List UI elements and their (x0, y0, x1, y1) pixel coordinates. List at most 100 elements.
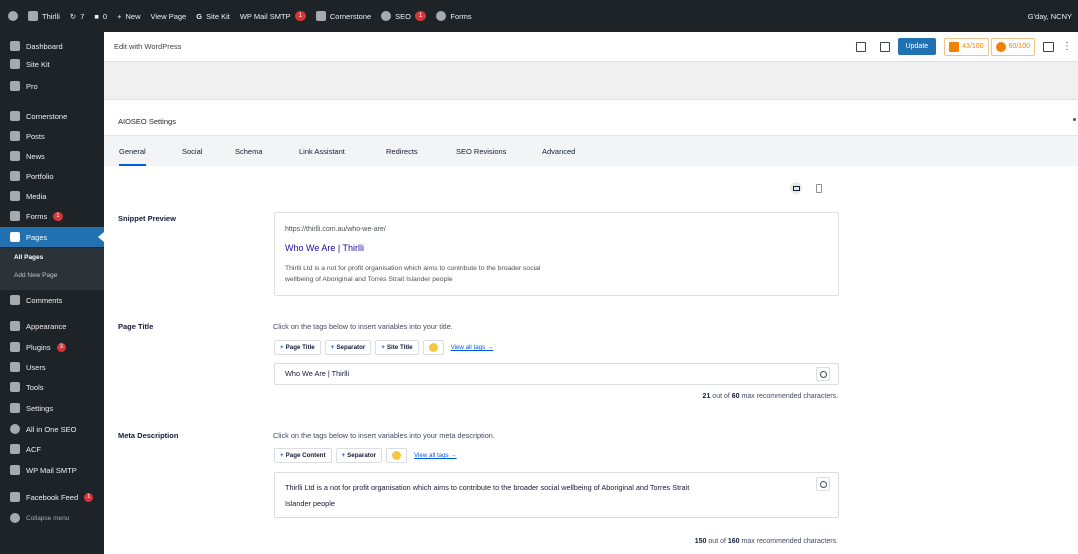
tag-page-title-button[interactable]: + Page Title (274, 340, 321, 355)
preview-device-switch (790, 182, 822, 194)
pages-icon (10, 232, 20, 242)
home-icon (28, 11, 38, 21)
tab-schema[interactable]: Schema (235, 136, 263, 166)
sidebar-item-media[interactable]: Media (0, 186, 104, 206)
view-page-link[interactable]: View Page (151, 12, 187, 21)
page-title-label: Page Title (118, 322, 154, 331)
sidebar-item-news[interactable]: News (0, 146, 104, 166)
sidebar-toggle-icon[interactable] (1043, 41, 1054, 52)
smiley-icon (819, 480, 827, 488)
tab-social[interactable]: Social (182, 136, 202, 166)
truseo-score-button[interactable]: 60/100 (990, 37, 1035, 56)
tag-site-title-button[interactable]: + Site Title (375, 340, 419, 355)
meta-description-input[interactable]: Thirlli Ltd is a not for profit organisa… (274, 472, 839, 518)
sidebar-item-facebook-feed[interactable]: Facebook Feed 1 (0, 487, 104, 507)
sidebar-item-plugins[interactable]: Plugins 3 (0, 337, 104, 357)
editor-title: Edit with WordPress (114, 42, 182, 51)
meta-description-label: Meta Description (118, 431, 179, 440)
smtp-badge: 1 (294, 11, 306, 21)
cornerstone-icon (315, 11, 326, 21)
comments-link[interactable]: ■ 0 (94, 12, 107, 21)
sidebar-item-posts[interactable]: Posts (0, 126, 104, 146)
tab-general[interactable]: General (119, 136, 146, 166)
sidebar-item-tools[interactable]: Tools (0, 377, 104, 397)
desktop-icon[interactable] (790, 182, 802, 194)
smiley-icon (819, 370, 827, 378)
plus-icon: + (280, 344, 284, 351)
sidebar-item-wp-mail-smtp[interactable]: WP Mail SMTP (0, 460, 104, 480)
sidebar-item-comments[interactable]: Comments (0, 290, 104, 310)
tag-page-content-button[interactable]: + Page Content (274, 448, 332, 463)
update-button[interactable]: Update (897, 38, 937, 55)
sidebar-item-sitekit[interactable]: Site Kit (0, 54, 104, 74)
google-g-icon: G (196, 11, 203, 21)
forms-badge: 1 (53, 211, 63, 221)
external-link-icon[interactable] (879, 41, 890, 52)
wordpress-logo-icon[interactable] (8, 11, 18, 21)
seo-badge: 1 (415, 11, 427, 21)
submenu-add-new-page[interactable]: Add New Page (14, 272, 57, 279)
sidebar-item-all-in-one-seo[interactable]: All in One SEO (0, 419, 104, 439)
sidebar-item-dashboard[interactable]: Dashboard (0, 36, 104, 56)
tab-link-assistant[interactable]: Link Assistant (299, 136, 345, 166)
meta-description-counter: 150 out of 160 max recommended character… (694, 538, 838, 545)
sidebar-item-settings[interactable]: Settings (0, 398, 104, 418)
forms-icon (436, 11, 447, 21)
panel-toggle-indicator (1073, 118, 1076, 121)
tag-separator-button[interactable]: + Separator (324, 340, 372, 355)
more-options-icon[interactable]: ⋮ (1062, 41, 1072, 52)
sidebar-item-appearance[interactable]: Appearance (0, 316, 104, 336)
aioseo-score-icon (949, 41, 960, 52)
wp-mail-smtp-link[interactable]: WP Mail SMTP 1 (240, 11, 306, 21)
meta-description-value: Thirlli Ltd is a not for profit organisa… (285, 483, 690, 508)
seo-score-button[interactable]: 43/100 (944, 37, 989, 56)
emoji-picker-button[interactable] (422, 340, 444, 355)
emoji-picker-button[interactable] (386, 448, 408, 463)
editor-toolbar: Edit with WordPress Update 43/100 60/100… (104, 32, 1078, 62)
view-all-tags-link[interactable]: View all tags → (414, 452, 457, 459)
cornerstone-icon (10, 111, 20, 121)
sidebar-item-users[interactable]: Users (0, 357, 104, 377)
dashboard-icon (10, 41, 20, 51)
sidebar-item-forms[interactable]: Forms 1 (0, 206, 104, 226)
account-menu[interactable]: G'day, NCNY (1028, 12, 1072, 21)
seo-link[interactable]: SEO 1 (381, 11, 427, 21)
page-title-value: Who We Are | Thirlli (285, 369, 350, 378)
tab-redirects[interactable]: Redirects (386, 136, 418, 166)
pin-icon (10, 131, 20, 141)
customizer-link[interactable]: ↻ 7 (70, 12, 84, 21)
forms-link[interactable]: Forms (436, 11, 472, 21)
snippet-preview-label: Snippet Preview (118, 214, 176, 223)
plugin-icon (10, 342, 20, 352)
mobile-icon[interactable] (816, 183, 822, 193)
cornerstone-link[interactable]: Cornerstone (315, 11, 371, 21)
page-title-tags: + Page Title + Separator + Site Title View … (274, 340, 493, 355)
smiley-icon (428, 343, 438, 352)
admin-bar: Thirlli ↻ 7 ■ 0 + New View Page G Site Kit W… (0, 0, 1078, 32)
sidebar-item-acf[interactable]: ACF (0, 439, 104, 459)
plus-icon: + (280, 452, 284, 459)
sidebar-item-pro[interactable]: Pro (0, 76, 104, 96)
sitekit-link[interactable]: G Site Kit (196, 12, 230, 21)
page-title-emoji-button[interactable] (816, 367, 830, 381)
site-name-link[interactable]: Thirlli (28, 11, 60, 21)
desktop-preview-icon[interactable] (855, 41, 866, 52)
new-content-link[interactable]: + New (117, 12, 140, 21)
page-title-input[interactable]: Who We Are | Thirlli (274, 363, 839, 385)
sidebar-item-pages[interactable]: Pages (0, 227, 104, 247)
settings-icon (10, 403, 20, 413)
view-all-tags-link[interactable]: View all tags → (451, 344, 494, 351)
aioseo-settings-header[interactable]: AIOSEO Settings (104, 108, 1078, 136)
submenu-all-pages[interactable]: All Pages (14, 254, 43, 261)
tag-separator-button[interactable]: + Separator (335, 448, 383, 463)
smiley-icon (392, 451, 402, 460)
collapse-menu-button[interactable]: Collapse menu (0, 508, 104, 528)
media-icon (10, 191, 20, 201)
tab-advanced[interactable]: Advanced (542, 136, 575, 166)
meta-description-emoji-button[interactable] (816, 477, 830, 491)
page-title-help: Click on the tags below to insert variab… (273, 322, 453, 331)
sidebar-item-portfolio[interactable]: Portfolio (0, 166, 104, 186)
refresh-icon: ↻ (69, 11, 77, 21)
tab-seo-revisions[interactable]: SEO Revisions (456, 136, 506, 166)
sidebar-item-cornerstone[interactable]: Cornerstone (0, 106, 104, 126)
